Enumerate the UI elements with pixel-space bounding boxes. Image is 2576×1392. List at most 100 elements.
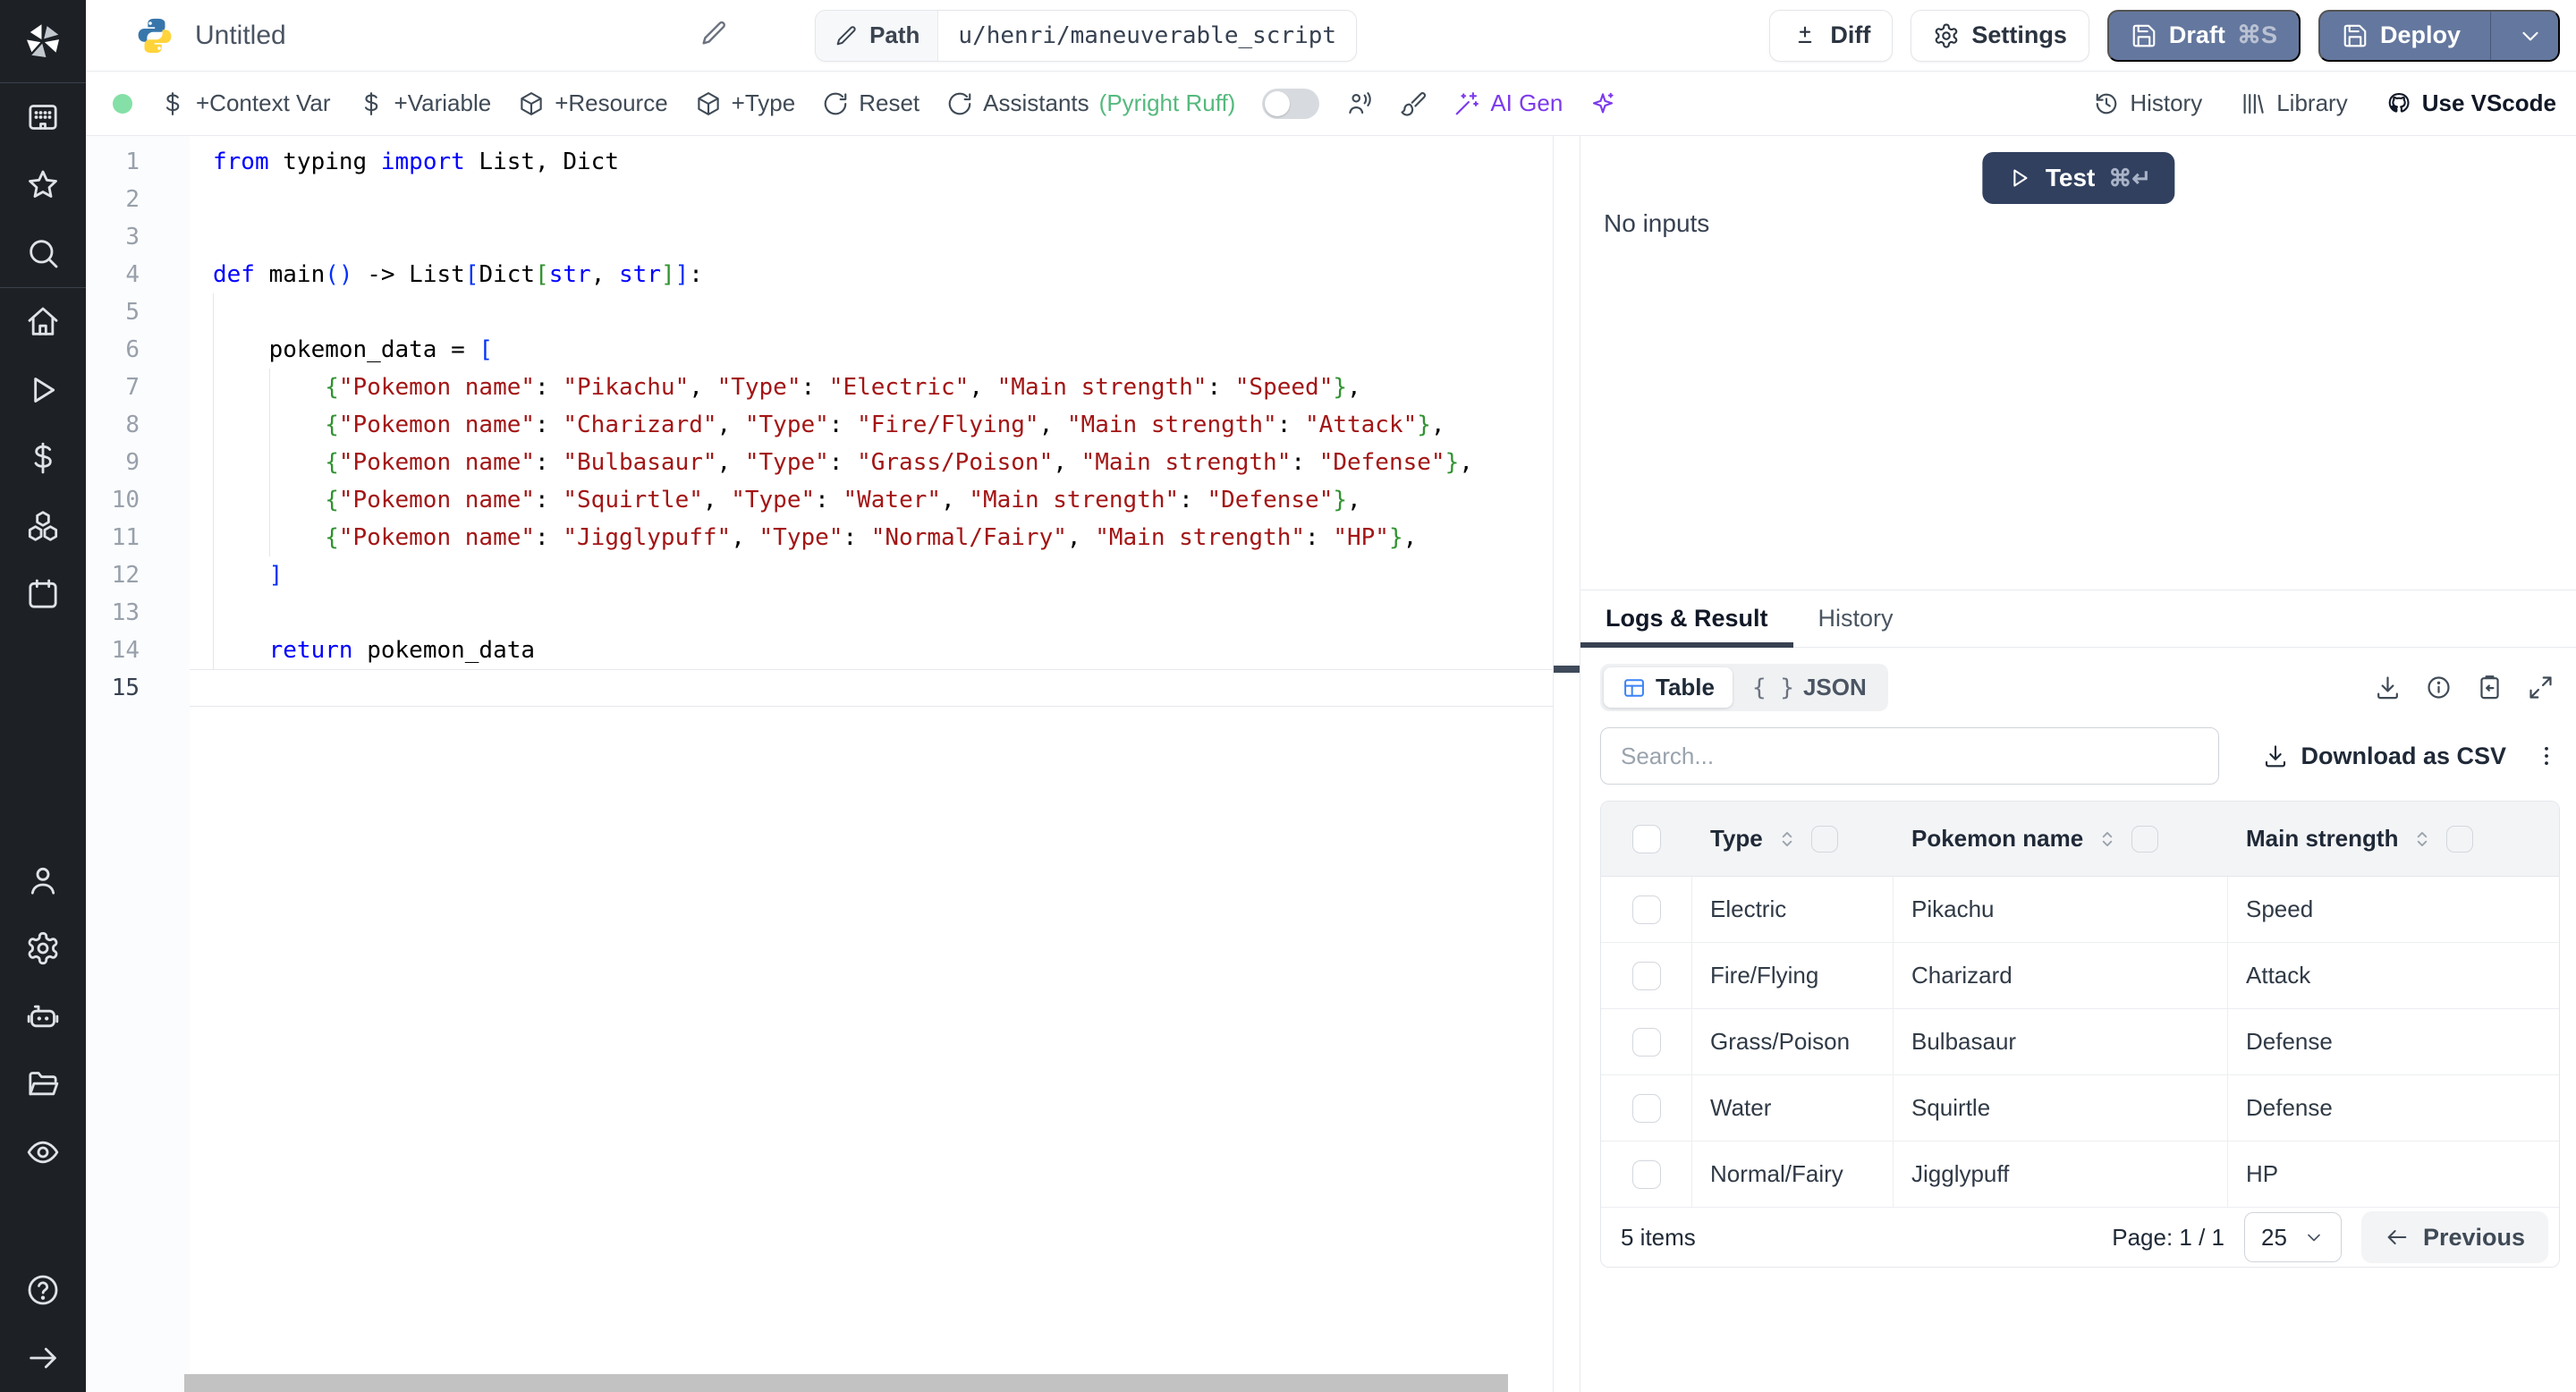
ai-gen-button[interactable]: AI Gen <box>1453 89 1563 117</box>
sidebar-item-help[interactable] <box>0 1256 86 1324</box>
code-line[interactable] <box>190 594 1553 632</box>
sidebar-item-apps[interactable] <box>0 83 86 151</box>
view-table-option[interactable]: Table <box>1604 667 1733 708</box>
sidebar-item-folders[interactable] <box>0 1050 86 1118</box>
code-line[interactable]: from typing import List, Dict <box>190 143 1553 181</box>
previous-page-button[interactable]: Previous <box>2360 1211 2548 1263</box>
pagination: Page: 1 / 1 25 Previous <box>2112 1211 2548 1263</box>
info-icon[interactable] <box>2425 674 2453 701</box>
splitter-handle[interactable] <box>1554 666 1580 673</box>
column-header-main-strength: Main strength <box>2228 825 2559 853</box>
sidebar-item-account[interactable] <box>0 846 86 914</box>
multiplayer-toggle[interactable] <box>1262 88 1320 119</box>
rotate-icon <box>946 90 973 117</box>
sidebar-item-search[interactable] <box>0 219 86 287</box>
page-size-select[interactable]: 25 <box>2244 1212 2342 1262</box>
search-input[interactable] <box>1600 727 2219 785</box>
sidebar-item-favorites[interactable] <box>0 151 86 219</box>
assistants-button[interactable]: Assistants (Pyright Ruff) <box>946 89 1235 117</box>
settings-button[interactable]: Settings <box>1911 9 2089 62</box>
script-title: Untitled <box>195 20 286 50</box>
sidebar-expand[interactable] <box>0 1324 86 1392</box>
multiplayer-users-icon[interactable] <box>1346 90 1373 117</box>
history-button[interactable]: History <box>2093 89 2202 117</box>
select-all-cell <box>1601 824 1692 853</box>
expand-icon[interactable] <box>2527 674 2555 701</box>
row-checkbox[interactable] <box>1631 1027 1661 1057</box>
add-context-var-button[interactable]: +Context Var <box>159 89 331 117</box>
column-toggle-checkbox[interactable] <box>2446 825 2474 853</box>
python-language-icon <box>134 15 175 56</box>
code-line[interactable]: def main() -> List[Dict[str, str]]: <box>190 256 1553 293</box>
code-area[interactable]: from typing import List, Dict def main() … <box>190 136 1553 1392</box>
sidebar-item-workers[interactable] <box>0 982 86 1050</box>
path-field[interactable]: Path u/henri/maneuverable_script <box>815 9 1358 62</box>
help-icon <box>25 1272 61 1308</box>
code-line[interactable]: pokemon_data = [ <box>190 331 1553 369</box>
download-result-icon[interactable] <box>2374 674 2402 701</box>
draft-button[interactable]: Draft ⌘S <box>2106 9 2301 62</box>
test-button[interactable]: Test ⌘↵ <box>1981 152 2175 204</box>
view-json-option[interactable]: { } JSON <box>1734 667 1885 708</box>
sidebar-item-home[interactable] <box>0 288 86 356</box>
add-resource-button[interactable]: +Resource <box>518 89 668 117</box>
star-icon <box>25 167 61 203</box>
edit-summary-icon[interactable] <box>699 18 729 53</box>
code-line[interactable] <box>190 181 1553 218</box>
tab-logs-result[interactable]: Logs & Result <box>1580 590 1793 648</box>
row-checkbox[interactable] <box>1631 961 1661 990</box>
table-cell: Normal/Fairy <box>1692 1142 1894 1207</box>
code-line[interactable]: ] <box>190 556 1553 594</box>
logs-body: Table { } JSON Search... Download as CSV… <box>1580 648 2576 1392</box>
code-line[interactable]: {"Pokemon name": "Squirtle", "Type": "Wa… <box>190 481 1553 519</box>
table-cell: Attack <box>2246 962 2311 989</box>
diff-button[interactable]: Diff <box>1769 9 1894 62</box>
select-all-checkbox[interactable] <box>1632 824 1661 853</box>
use-vscode-button[interactable]: Use VScode <box>2385 89 2556 117</box>
copy-result-icon[interactable] <box>2476 674 2504 701</box>
deploy-dropdown[interactable] <box>2503 22 2558 49</box>
horizontal-scrollbar[interactable] <box>184 1374 1508 1392</box>
library-button[interactable]: Library <box>2240 89 2348 117</box>
reset-button[interactable]: Reset <box>822 89 919 117</box>
sort-icon[interactable] <box>2411 828 2434 851</box>
dollar-icon <box>358 90 385 117</box>
main-column: Untitled Path u/henri/maneuverable_scrip… <box>86 0 2576 1392</box>
windmill-logo[interactable] <box>0 0 86 82</box>
code-line[interactable]: {"Pokemon name": "Pikachu", "Type": "Ele… <box>190 369 1553 406</box>
column-toggle-checkbox[interactable] <box>2131 825 2159 853</box>
code-line[interactable]: {"Pokemon name": "Bulbasaur", "Type": "G… <box>190 444 1553 481</box>
table-menu-icon[interactable] <box>2533 743 2560 769</box>
sidebar-item-schedules[interactable] <box>0 560 86 628</box>
add-variable-button[interactable]: +Variable <box>358 89 491 117</box>
line-number: 13 <box>111 599 140 626</box>
schedules-icon <box>25 576 61 612</box>
path-value[interactable]: u/henri/maneuverable_script <box>938 11 1356 61</box>
sort-icon[interactable] <box>1775 828 1799 851</box>
code-line[interactable]: {"Pokemon name": "Jigglypuff", "Type": "… <box>190 519 1553 556</box>
code-line[interactable] <box>190 669 1553 707</box>
deploy-button[interactable]: Deploy <box>2318 9 2560 62</box>
sparkles-icon[interactable] <box>1589 90 1616 117</box>
sidebar-item-settings[interactable] <box>0 914 86 982</box>
add-type-button[interactable]: +Type <box>695 89 795 117</box>
sidebar-item-resources[interactable] <box>0 492 86 560</box>
row-checkbox[interactable] <box>1631 1093 1661 1123</box>
code-line[interactable]: return pokemon_data <box>190 632 1553 669</box>
sidebar-item-runs[interactable] <box>0 356 86 424</box>
variables-icon <box>25 440 61 476</box>
download-csv-button[interactable]: Download as CSV <box>2262 743 2506 770</box>
row-checkbox[interactable] <box>1631 1159 1661 1189</box>
row-checkbox[interactable] <box>1631 895 1661 924</box>
tab-history[interactable]: History <box>1793 590 1919 647</box>
sort-icon[interactable] <box>2096 828 2119 851</box>
format-brush-icon[interactable] <box>1400 90 1427 117</box>
code-editor[interactable]: 1 2 3 4 5 6 7 8 9 10 11 12 13 14 15 from typing import… <box>86 136 1553 1392</box>
column-toggle-checkbox[interactable] <box>1810 825 1838 853</box>
sidebar-item-audit-logs[interactable] <box>0 1118 86 1186</box>
code-line[interactable] <box>190 293 1553 331</box>
sidebar-item-variables[interactable] <box>0 424 86 492</box>
code-line[interactable] <box>190 218 1553 256</box>
pane-splitter[interactable] <box>1553 136 1580 1392</box>
code-line[interactable]: {"Pokemon name": "Charizard", "Type": "F… <box>190 406 1553 444</box>
